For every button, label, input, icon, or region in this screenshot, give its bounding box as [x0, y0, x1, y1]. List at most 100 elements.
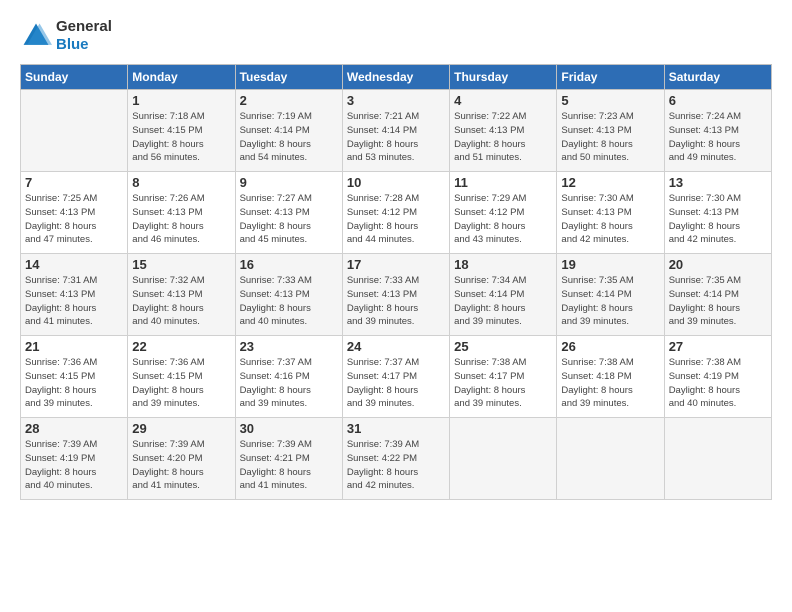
calendar-cell: 8 Sunrise: 7:26 AM Sunset: 4:13 PM Daylig… [128, 172, 235, 254]
calendar-cell: 25 Sunrise: 7:38 AM Sunset: 4:17 PM Dayli… [450, 336, 557, 418]
logo-text: General Blue [56, 18, 112, 54]
calendar-cell: 14 Sunrise: 7:31 AM Sunset: 4:13 PM Dayli… [21, 254, 128, 336]
day-info: Sunrise: 7:39 AM Sunset: 4:20 PM Dayligh… [132, 438, 230, 493]
page-header: General Blue [20, 18, 772, 54]
calendar-cell [557, 418, 664, 500]
day-number: 8 [132, 175, 230, 190]
calendar-cell: 21Sunrise: 7:36 AM Sunset: 4:15 PM Dayli… [21, 336, 128, 418]
day-number: 11 [454, 175, 552, 190]
day-info: Sunrise: 7:35 AM Sunset: 4:14 PM Dayligh… [669, 274, 767, 329]
day-info: Sunrise: 7:26 AM Sunset: 4:13 PM Dayligh… [132, 192, 230, 247]
calendar-week-row: 14 Sunrise: 7:31 AM Sunset: 4:13 PM Dayli… [21, 254, 772, 336]
day-of-week-header: Tuesday [235, 65, 342, 90]
day-info: Sunrise: 7:21 AM Sunset: 4:14 PM Dayligh… [347, 110, 445, 165]
day-number: 31 [347, 421, 445, 436]
day-info: Sunrise: 7:36 AM Sunset: 4:15 PM Dayligh… [132, 356, 230, 411]
calendar-cell: 16 Sunrise: 7:33 AM Sunset: 4:13 PM Dayli… [235, 254, 342, 336]
calendar-cell [664, 418, 771, 500]
day-number: 7 [25, 175, 123, 190]
day-info: Sunrise: 7:39 AM Sunset: 4:21 PM Dayligh… [240, 438, 338, 493]
day-number: 15 [132, 257, 230, 272]
day-info: Sunrise: 7:19 AM Sunset: 4:14 PM Dayligh… [240, 110, 338, 165]
calendar-week-row: 7Sunrise: 7:25 AM Sunset: 4:13 PM Daylig… [21, 172, 772, 254]
day-info: Sunrise: 7:37 AM Sunset: 4:17 PM Dayligh… [347, 356, 445, 411]
calendar-cell: 19 Sunrise: 7:35 AM Sunset: 4:14 PM Dayli… [557, 254, 664, 336]
day-info: Sunrise: 7:38 AM Sunset: 4:19 PM Dayligh… [669, 356, 767, 411]
day-number: 13 [669, 175, 767, 190]
day-number: 22 [132, 339, 230, 354]
calendar-cell: 29 Sunrise: 7:39 AM Sunset: 4:20 PM Dayli… [128, 418, 235, 500]
day-number: 9 [240, 175, 338, 190]
day-number: 2 [240, 93, 338, 108]
day-of-week-header: Wednesday [342, 65, 449, 90]
day-number: 18 [454, 257, 552, 272]
day-number: 23 [240, 339, 338, 354]
day-info: Sunrise: 7:27 AM Sunset: 4:13 PM Dayligh… [240, 192, 338, 247]
day-number: 20 [669, 257, 767, 272]
calendar-cell: 6 Sunrise: 7:24 AM Sunset: 4:13 PM Daylig… [664, 90, 771, 172]
calendar-cell: 2 Sunrise: 7:19 AM Sunset: 4:14 PM Daylig… [235, 90, 342, 172]
day-of-week-header: Saturday [664, 65, 771, 90]
day-info: Sunrise: 7:22 AM Sunset: 4:13 PM Dayligh… [454, 110, 552, 165]
day-number: 27 [669, 339, 767, 354]
day-info: Sunrise: 7:35 AM Sunset: 4:14 PM Dayligh… [561, 274, 659, 329]
day-info: Sunrise: 7:24 AM Sunset: 4:13 PM Dayligh… [669, 110, 767, 165]
day-info: Sunrise: 7:39 AM Sunset: 4:22 PM Dayligh… [347, 438, 445, 493]
day-of-week-header: Thursday [450, 65, 557, 90]
day-info: Sunrise: 7:29 AM Sunset: 4:12 PM Dayligh… [454, 192, 552, 247]
day-of-week-header: Monday [128, 65, 235, 90]
calendar-cell: 10 Sunrise: 7:28 AM Sunset: 4:12 PM Dayli… [342, 172, 449, 254]
day-number: 6 [669, 93, 767, 108]
day-number: 25 [454, 339, 552, 354]
day-info: Sunrise: 7:28 AM Sunset: 4:12 PM Dayligh… [347, 192, 445, 247]
day-number: 29 [132, 421, 230, 436]
calendar-cell: 1 Sunrise: 7:18 AM Sunset: 4:15 PM Daylig… [128, 90, 235, 172]
calendar-cell: 28Sunrise: 7:39 AM Sunset: 4:19 PM Dayli… [21, 418, 128, 500]
day-info: Sunrise: 7:18 AM Sunset: 4:15 PM Dayligh… [132, 110, 230, 165]
calendar-cell: 27 Sunrise: 7:38 AM Sunset: 4:19 PM Dayli… [664, 336, 771, 418]
calendar-body: 1 Sunrise: 7:18 AM Sunset: 4:15 PM Daylig… [21, 90, 772, 500]
day-info: Sunrise: 7:30 AM Sunset: 4:13 PM Dayligh… [561, 192, 659, 247]
calendar-cell: 9 Sunrise: 7:27 AM Sunset: 4:13 PM Daylig… [235, 172, 342, 254]
calendar-cell [450, 418, 557, 500]
logo-icon [20, 20, 52, 52]
day-number: 14 [25, 257, 123, 272]
calendar-cell: 5Sunrise: 7:23 AM Sunset: 4:13 PM Daylig… [557, 90, 664, 172]
calendar-cell: 23Sunrise: 7:37 AM Sunset: 4:16 PM Dayli… [235, 336, 342, 418]
day-number: 5 [561, 93, 659, 108]
day-number: 21 [25, 339, 123, 354]
day-of-week-header: Sunday [21, 65, 128, 90]
day-number: 12 [561, 175, 659, 190]
calendar-cell: 26Sunrise: 7:38 AM Sunset: 4:18 PM Dayli… [557, 336, 664, 418]
logo: General Blue [20, 18, 112, 54]
calendar-cell: 17 Sunrise: 7:33 AM Sunset: 4:13 PM Dayli… [342, 254, 449, 336]
calendar-cell: 12 Sunrise: 7:30 AM Sunset: 4:13 PM Dayli… [557, 172, 664, 254]
day-of-week-row: SundayMondayTuesdayWednesdayThursdayFrid… [21, 65, 772, 90]
day-info: Sunrise: 7:38 AM Sunset: 4:17 PM Dayligh… [454, 356, 552, 411]
calendar-cell: 31 Sunrise: 7:39 AM Sunset: 4:22 PM Dayli… [342, 418, 449, 500]
calendar-cell: 13 Sunrise: 7:30 AM Sunset: 4:13 PM Dayli… [664, 172, 771, 254]
day-number: 4 [454, 93, 552, 108]
calendar-cell: 30Sunrise: 7:39 AM Sunset: 4:21 PM Dayli… [235, 418, 342, 500]
day-info: Sunrise: 7:30 AM Sunset: 4:13 PM Dayligh… [669, 192, 767, 247]
day-number: 10 [347, 175, 445, 190]
calendar-cell: 7Sunrise: 7:25 AM Sunset: 4:13 PM Daylig… [21, 172, 128, 254]
calendar-cell [21, 90, 128, 172]
day-number: 3 [347, 93, 445, 108]
day-info: Sunrise: 7:31 AM Sunset: 4:13 PM Dayligh… [25, 274, 123, 329]
calendar-week-row: 1 Sunrise: 7:18 AM Sunset: 4:15 PM Daylig… [21, 90, 772, 172]
day-number: 26 [561, 339, 659, 354]
day-number: 24 [347, 339, 445, 354]
day-number: 17 [347, 257, 445, 272]
calendar-week-row: 21 Sunrise: 7:36 AM Sunset: 4:15 PM Dayli… [21, 336, 772, 418]
day-number: 19 [561, 257, 659, 272]
day-info: Sunrise: 7:32 AM Sunset: 4:13 PM Dayligh… [132, 274, 230, 329]
day-number: 16 [240, 257, 338, 272]
calendar-cell: 24 Sunrise: 7:37 AM Sunset: 4:17 PM Dayli… [342, 336, 449, 418]
calendar-cell: 18Sunrise: 7:34 AM Sunset: 4:14 PM Dayli… [450, 254, 557, 336]
day-number: 1 [132, 93, 230, 108]
calendar-cell: 20 Sunrise: 7:35 AM Sunset: 4:14 PM Dayli… [664, 254, 771, 336]
day-info: Sunrise: 7:33 AM Sunset: 4:13 PM Dayligh… [240, 274, 338, 329]
day-info: Sunrise: 7:33 AM Sunset: 4:13 PM Dayligh… [347, 274, 445, 329]
calendar-cell: 3 Sunrise: 7:21 AM Sunset: 4:14 PM Daylig… [342, 90, 449, 172]
